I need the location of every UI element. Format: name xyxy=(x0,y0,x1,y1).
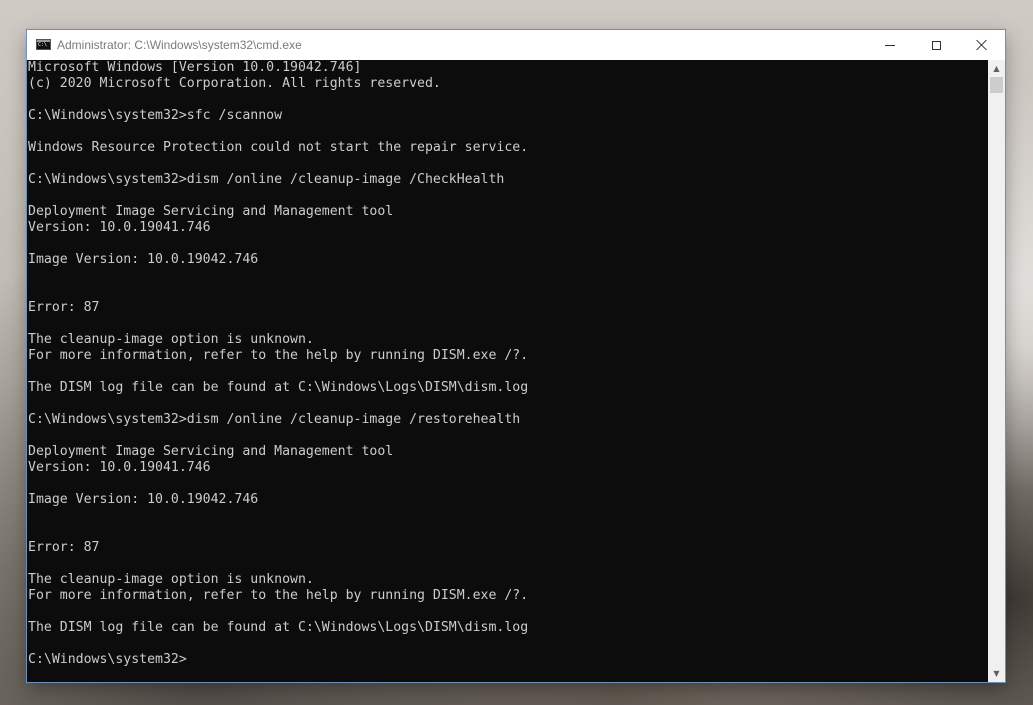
cmd-icon[interactable] xyxy=(36,39,51,50)
scroll-up-button[interactable]: ▲ xyxy=(988,60,1005,77)
console-line: Windows Resource Protection could not st… xyxy=(28,140,529,155)
console-line: C:\Windows\system32> xyxy=(28,652,187,667)
console-line: Image Version: 10.0.19042.746 xyxy=(28,492,259,507)
window-title: Administrator: C:\Windows\system32\cmd.e… xyxy=(57,38,302,52)
title-bar[interactable]: Administrator: C:\Windows\system32\cmd.e… xyxy=(27,30,1005,60)
console-line: For more information, refer to the help … xyxy=(28,348,529,363)
scroll-down-button[interactable]: ▼ xyxy=(988,665,1005,682)
console-line: The cleanup-image option is unknown. xyxy=(28,332,314,347)
console-line: Error: 87 xyxy=(28,540,100,555)
console-line: Deployment Image Servicing and Managemen… xyxy=(28,204,394,219)
console-line: (c) 2020 Microsoft Corporation. All righ… xyxy=(28,76,441,91)
minimize-icon xyxy=(885,44,895,46)
maximize-button[interactable] xyxy=(913,30,959,60)
console-line: Version: 10.0.19041.746 xyxy=(28,220,211,235)
close-button[interactable] xyxy=(959,30,1005,60)
console-line: The DISM log file can be found at C:\Win… xyxy=(28,620,529,635)
minimize-button[interactable] xyxy=(867,30,913,60)
maximize-icon xyxy=(931,40,941,50)
console-line: Deployment Image Servicing and Managemen… xyxy=(28,444,394,459)
console-line: C:\Windows\system32>dism /online /cleanu… xyxy=(28,412,521,427)
cmd-window[interactable]: Administrator: C:\Windows\system32\cmd.e… xyxy=(27,30,1005,682)
console-line: C:\Windows\system32>dism /online /cleanu… xyxy=(28,172,505,187)
chevron-up-icon: ▲ xyxy=(993,64,1000,73)
scroll-thumb[interactable] xyxy=(990,77,1003,93)
console-line: Version: 10.0.19041.746 xyxy=(28,460,211,475)
console-line: Error: 87 xyxy=(28,300,100,315)
console-line: The DISM log file can be found at C:\Win… xyxy=(28,380,529,395)
chevron-down-icon: ▼ xyxy=(993,669,1000,678)
vertical-scrollbar[interactable]: ▲ ▼ xyxy=(988,60,1005,682)
console-line: Image Version: 10.0.19042.746 xyxy=(28,252,259,267)
console-line: C:\Windows\system32>sfc /scannow xyxy=(28,108,283,123)
console-line: For more information, refer to the help … xyxy=(28,588,529,603)
console-output[interactable]: Microsoft Windows [Version 10.0.19042.74… xyxy=(27,60,988,682)
console-line: The cleanup-image option is unknown. xyxy=(28,572,314,587)
console-line: Microsoft Windows [Version 10.0.19042.74… xyxy=(28,60,362,75)
close-icon xyxy=(976,39,988,51)
